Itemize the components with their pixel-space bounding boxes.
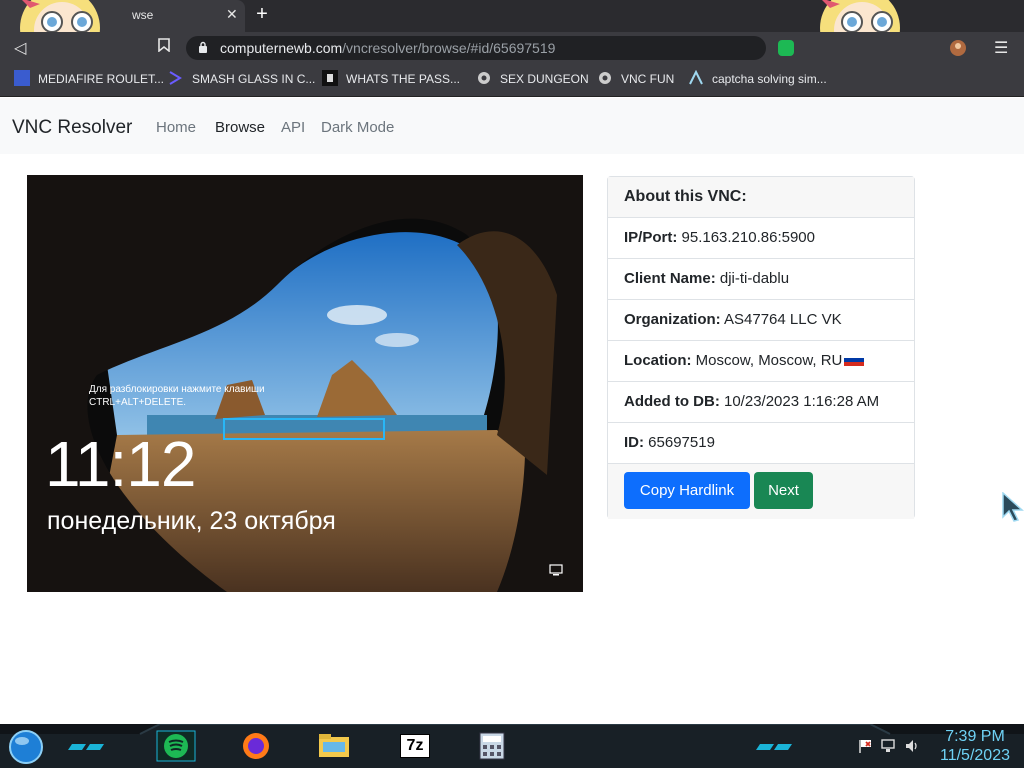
gear-icon [599,72,611,84]
nav-home[interactable]: Home [156,119,196,136]
card-header: About this VNC: [608,177,914,218]
firefox-icon[interactable] [236,730,276,762]
info-row-location: Location: Moscow, Moscow, RU [608,341,914,382]
clock-time: 7:39 PM [945,728,1005,745]
lockscreen-time: 11:12 [45,428,196,500]
site-brand[interactable]: VNC Resolver [12,117,132,139]
new-tab-icon[interactable]: + [252,4,272,25]
bookmark-sex-dungeon[interactable]: SEX DUNGEON [500,72,589,86]
clock-date: 11/5/2023 [940,747,1010,764]
bookmark-mediafire[interactable]: MEDIAFIRE ROULET... [38,72,164,86]
bookmark-icon[interactable] [158,38,170,57]
site-navbar [0,98,1024,154]
network-tray-icon[interactable] [880,738,896,754]
lockscreen-date: понедельник, 23 октября [47,507,336,535]
next-button[interactable]: Next [754,472,813,509]
taskbar-clock[interactable]: 7:39 PM 11/5/2023 [930,727,1020,765]
nav-browse[interactable]: Browse [215,119,265,136]
mouse-cursor-icon [1002,492,1024,522]
bookmark-vnc-fun[interactable]: VNC FUN [621,72,674,86]
vnc-info-card: About this VNC: IP/Port: 95.163.210.86:5… [607,176,915,519]
russia-flag-icon [844,354,865,366]
info-row-id: ID: 65697519 [608,423,914,464]
file-explorer-icon[interactable] [314,730,354,762]
tab-title: wse [132,8,154,22]
card-footer: Copy Hardlink Next [608,464,914,519]
page-icon [322,70,338,86]
bookmark-smash-glass[interactable]: SMASH GLASS IN C... [192,72,315,86]
volume-icon[interactable] [904,738,920,754]
info-row-client-name: Client Name: dji-ti-dablu [608,259,914,300]
captcha-icon [689,70,703,85]
spotify-icon[interactable] [156,730,196,762]
info-row-added-to-db: Added to DB: 10/23/2023 1:16:28 AM [608,382,914,423]
info-row-ip-port: IP/Port: 95.163.210.86:5900 [608,218,914,259]
menu-icon[interactable]: ☰ [994,38,1008,58]
avatar[interactable] [950,40,966,56]
lock-icon [199,41,207,53]
spotify-extension-icon[interactable] [778,40,794,56]
vnc-screenshot: Для разблокировки нажмите клавиши CTRL+A… [27,175,583,592]
chevron-icon [169,71,182,85]
close-tab-icon[interactable]: ✕ [226,6,238,23]
nav-api[interactable]: API [281,119,305,136]
action-center-flag-icon[interactable] [858,738,874,754]
gear-icon [478,72,490,84]
calculator-icon[interactable] [472,730,512,762]
copy-hardlink-button[interactable]: Copy Hardlink [624,472,750,509]
bookmark-whats-the-pass[interactable]: WHATS THE PASS... [346,72,460,86]
nav-dark-mode[interactable]: Dark Mode [321,119,394,136]
7zip-icon[interactable]: 7z [394,730,434,762]
mediafire-icon [14,70,30,86]
bookmark-captcha[interactable]: captcha solving sim... [712,72,827,86]
start-button-icon[interactable] [8,729,44,765]
url-text: computernewb.com/vncresolver/browse/#id/… [220,40,556,56]
network-icon [549,564,563,576]
info-row-organization: Organization: AS47764 LLC VK [608,300,914,341]
unlock-hint: Для разблокировки нажмите клавиши CTRL+A… [89,384,265,408]
back-icon[interactable]: ◁ [14,38,26,58]
